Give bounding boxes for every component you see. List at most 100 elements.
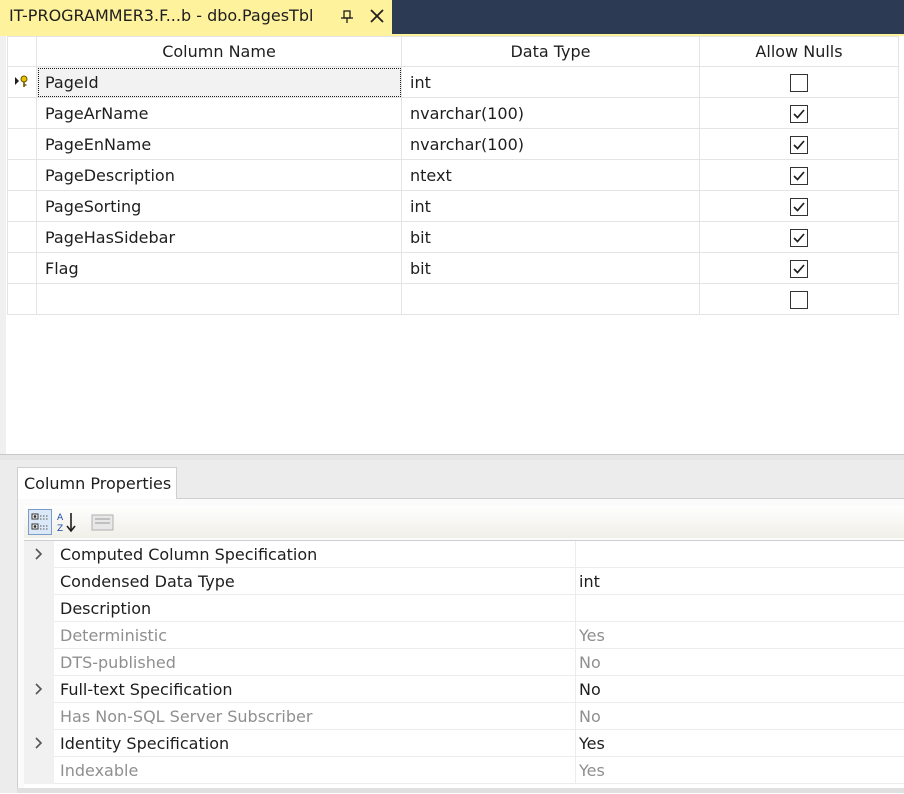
property-gutter [24,757,54,784]
property-gutter [24,676,54,703]
property-name: Indexable [60,761,139,780]
properties-bottom-edge [17,788,904,793]
table-row[interactable]: Flag bit [7,252,899,284]
property-value[interactable]: No [579,653,601,672]
property-gutter [24,568,54,595]
property-row[interactable]: Condensed Data Type int [24,568,904,595]
column-name-cell[interactable]: PageEnName [36,128,402,160]
allow-nulls-checkbox[interactable] [790,104,808,123]
row-selector[interactable] [7,252,37,284]
column-name-cell[interactable]: PageDescription [36,159,402,191]
pin-icon[interactable] [338,6,356,26]
property-row[interactable]: Indexable Yes [24,757,904,784]
allow-nulls-checkbox[interactable] [790,290,808,309]
alphabetical-sort-icon[interactable]: A Z [55,509,79,535]
allow-nulls-checkbox[interactable] [790,259,808,278]
property-row[interactable]: DTS-published No [24,649,904,676]
property-divider [575,730,576,757]
allow-nulls-checkbox[interactable] [790,228,808,247]
data-type-cell[interactable]: bit [401,221,700,253]
column-name-cell[interactable]: PageHasSidebar [36,221,402,253]
property-value[interactable]: int [579,572,600,591]
data-type-cell[interactable] [401,283,700,315]
property-row[interactable]: Has Non-SQL Server Subscriber No [24,703,904,730]
property-name: Has Non-SQL Server Subscriber [60,707,313,726]
property-divider [575,757,576,784]
property-value[interactable]: Yes [579,761,605,780]
allow-nulls-checkbox[interactable] [790,73,808,92]
column-name-cell[interactable]: PageSorting [36,190,402,222]
row-selector[interactable] [7,97,37,129]
column-name-cell[interactable] [36,283,402,315]
property-value[interactable]: No [579,680,601,699]
table-row[interactable]: PageEnName nvarchar(100) [7,128,899,160]
allow-nulls-cell [699,221,899,253]
property-value[interactable]: Yes [579,626,605,645]
table-row[interactable]: PageHasSidebar bit [7,221,899,253]
property-divider [575,568,576,595]
property-name: Full-text Specification [60,680,233,699]
row-selector[interactable] [7,159,37,191]
property-gutter [24,730,54,757]
chevron-right-icon[interactable] [34,683,44,695]
chevron-right-icon[interactable] [34,548,44,560]
allow-nulls-checkbox[interactable] [790,135,808,154]
property-gutter [24,541,54,568]
column-name-cell[interactable]: Flag [36,252,402,284]
properties-toolbar: A Z [24,506,904,538]
property-row[interactable]: Identity Specification Yes [24,730,904,757]
table-row[interactable]: PageDescription ntext [7,159,899,191]
allow-nulls-checkbox[interactable] [790,166,808,185]
property-name: DTS-published [60,653,176,672]
close-icon[interactable] [366,3,388,27]
property-value[interactable]: Yes [579,734,605,753]
row-selector[interactable] [7,190,37,222]
data-type-cell[interactable]: int [401,190,700,222]
property-value[interactable]: No [579,707,601,726]
property-row[interactable]: Full-text Specification No [24,676,904,703]
property-name: Computed Column Specification [60,545,318,564]
property-divider [575,676,576,703]
property-row[interactable]: Description [24,595,904,622]
allow-nulls-cell [699,159,899,191]
property-pages-icon[interactable] [90,509,114,535]
column-name-cell[interactable]: PageId [36,66,402,98]
row-selector[interactable] [7,283,37,315]
data-type-cell[interactable]: nvarchar(100) [401,128,700,160]
primary-key-icon [14,73,30,92]
svg-text:Z: Z [57,524,63,534]
document-tab-title[interactable]: IT-PROGRAMMER3.F...b - dbo.PagesTbl [9,6,313,25]
property-row[interactable]: Computed Column Specification [24,541,904,568]
column-design-grid: Column Name Data Type Allow Nulls PageId… [7,36,899,315]
property-name: Identity Specification [60,734,230,753]
document-tab[interactable]: IT-PROGRAMMER3.F...b - dbo.PagesTbl [0,0,392,34]
row-selector[interactable] [7,128,37,160]
tab-column-properties[interactable]: Column Properties [17,467,177,499]
allow-nulls-cell [699,283,899,315]
table-row[interactable]: PageArName nvarchar(100) [7,97,899,129]
allow-nulls-checkbox[interactable] [790,197,808,216]
table-row[interactable]: PageSorting int [7,190,899,222]
data-type-cell[interactable]: ntext [401,159,700,191]
column-name-cell[interactable]: PageArName [36,97,402,129]
allow-nulls-cell [699,97,899,129]
column-header-name[interactable]: Column Name [36,36,402,67]
chevron-right-icon[interactable] [34,737,44,749]
grid-header-row: Column Name Data Type Allow Nulls [7,36,899,67]
row-selector[interactable] [7,221,37,253]
row-selector[interactable] [7,66,37,98]
table-row[interactable]: PageId int [7,66,899,98]
data-type-cell[interactable]: bit [401,252,700,284]
column-header-nulls[interactable]: Allow Nulls [699,36,899,67]
property-gutter [24,649,54,676]
categorized-icon[interactable] [28,509,52,535]
property-row[interactable]: Deterministic Yes [24,622,904,649]
property-gutter [24,703,54,730]
property-divider [575,541,576,568]
table-row[interactable] [7,283,899,315]
column-header-type[interactable]: Data Type [401,36,700,67]
allow-nulls-cell [699,252,899,284]
data-type-cell[interactable]: int [401,66,700,98]
property-name: Deterministic [60,626,168,645]
data-type-cell[interactable]: nvarchar(100) [401,97,700,129]
